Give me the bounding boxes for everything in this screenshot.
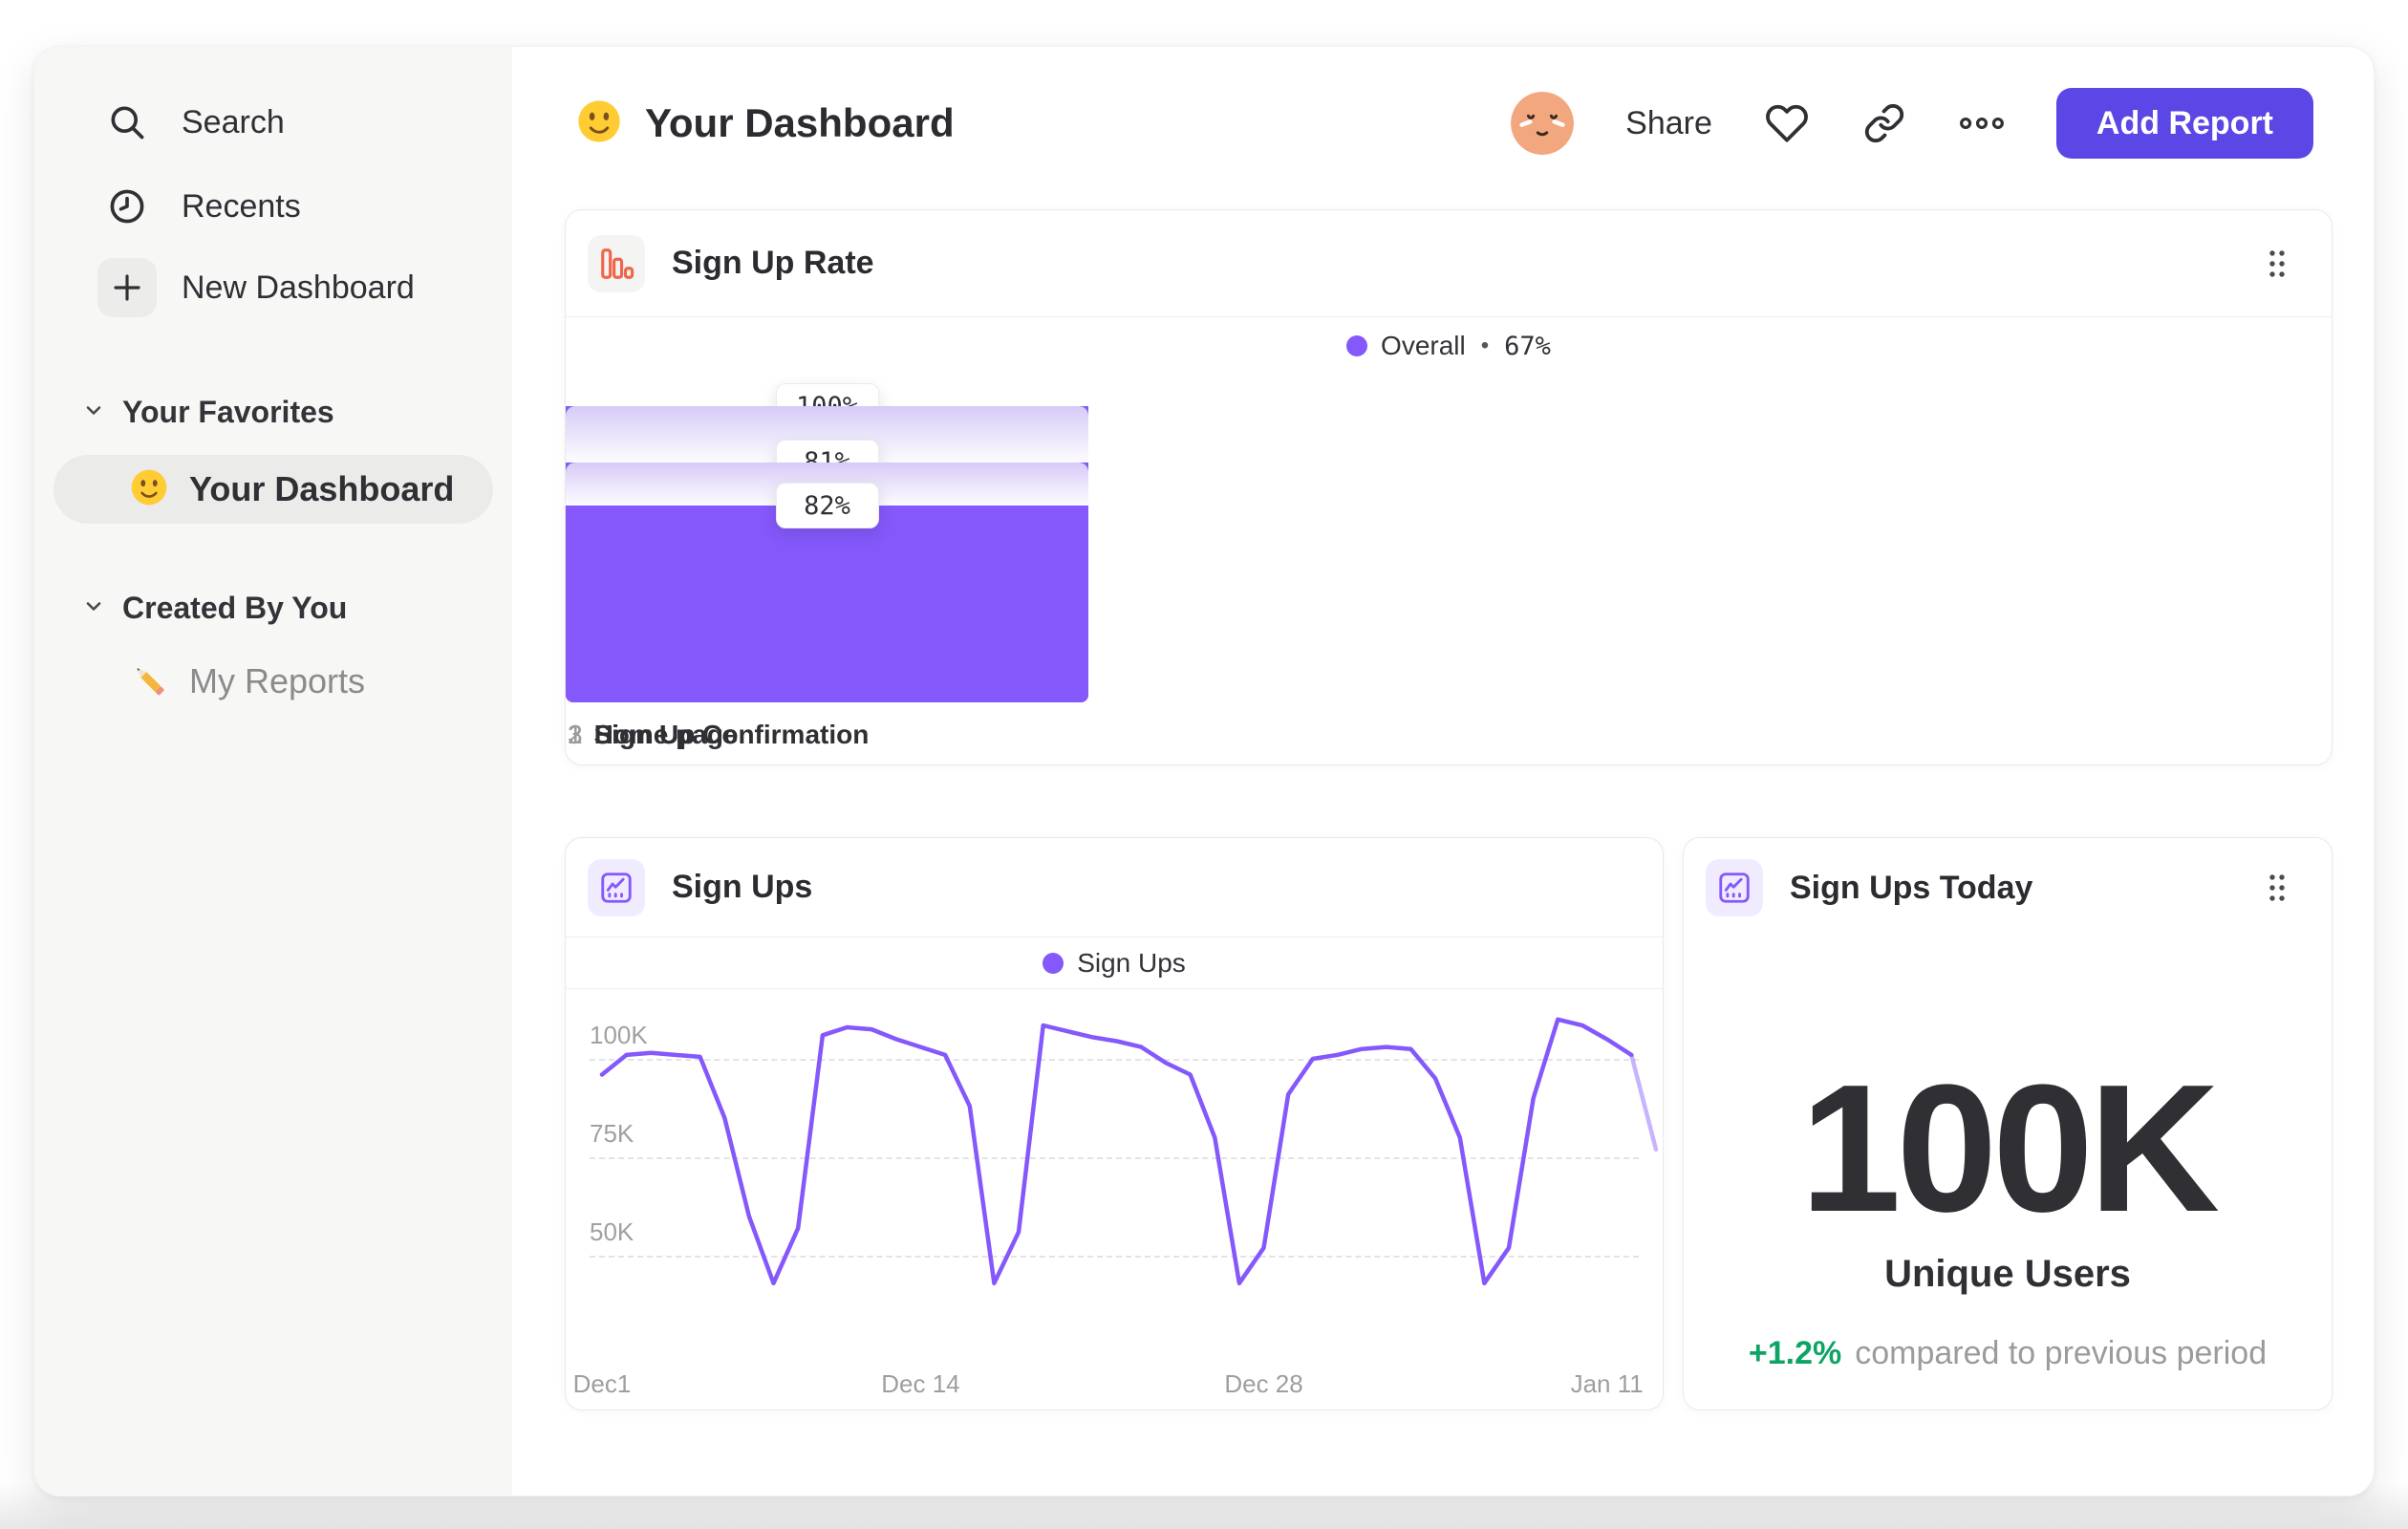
more-options-icon[interactable] (1959, 100, 2005, 146)
page-title: Your Dashboard (645, 100, 955, 145)
favorite-heart-icon[interactable] (1764, 100, 1810, 146)
sidebar-section-created-by-you[interactable]: Created By You (82, 587, 493, 629)
sidebar-item-label: New Dashboard (182, 269, 415, 306)
card-title: Sign Ups Today (1790, 869, 2033, 906)
legend-dot (1043, 952, 1064, 974)
x-axis-tick: Dec 28 (1224, 1369, 1303, 1398)
x-axis-tick: Jan 11 (1570, 1369, 1644, 1398)
legend-dot (1346, 335, 1368, 356)
stat-value: 100K (1799, 1047, 2220, 1250)
drag-handle-icon[interactable] (2265, 870, 2290, 906)
pencil-emoji-icon (128, 658, 170, 705)
card-header: Sign Ups Today (1684, 838, 2332, 937)
section-title: Created By You (122, 590, 348, 625)
smiley-emoji-icon (574, 97, 624, 151)
page-title-group: Your Dashboard (574, 97, 955, 151)
drag-handle-icon[interactable] (2265, 246, 2290, 282)
card-header: Sign Ups (566, 838, 1663, 937)
user-avatar[interactable] (1511, 92, 1575, 155)
app-window: Search Recents New Dashboard Your Favori… (33, 46, 2375, 1497)
add-report-button[interactable]: Add Report (2055, 88, 2313, 159)
card-header: Sign Up Rate (566, 210, 2332, 317)
stat-delta-row: +1.2% compared to previous period (1684, 1335, 2332, 1372)
search-icon (97, 101, 157, 143)
sidebar-item-label: Your Dashboard (189, 469, 455, 508)
copy-link-icon[interactable] (1861, 100, 1907, 146)
line-chart-icon (1706, 859, 1763, 916)
gridline-50k (590, 1256, 1639, 1258)
line-legend: Sign Ups (566, 937, 1663, 989)
funnel-legend: Overall • 67% (566, 317, 2332, 375)
line-chart-icon (588, 858, 645, 916)
y-axis-tick: 75K (590, 1119, 634, 1148)
sidebar-item-search[interactable]: Search (34, 93, 501, 152)
smiley-emoji-icon (128, 466, 170, 513)
legend-separator: • (1480, 333, 1490, 358)
sidebar-item-label: Recents (182, 187, 301, 225)
gridline-75k (590, 1157, 1639, 1159)
delta-value: +1.2% (1748, 1335, 1842, 1371)
stat-unit-label: Unique Users (1884, 1253, 2131, 1295)
sidebar-item-my-reports[interactable]: My Reports (54, 647, 493, 716)
card-title: Sign Ups (672, 869, 813, 905)
y-axis-tick: 50K (590, 1217, 634, 1246)
funnel-chart-icon (588, 234, 645, 292)
section-title: Your Favorites (122, 394, 334, 429)
delta-note: compared to previous period (1855, 1335, 2268, 1371)
sign-up-rate-card: Sign Up Rate Overall • 67% 75% 50% 25% 0… (565, 209, 2333, 765)
chevron-down-icon (82, 398, 105, 426)
x-axis-tick: Dec1 (572, 1369, 632, 1398)
gridline-100k (590, 1059, 1639, 1061)
sidebar-item-recents[interactable]: Recents (34, 177, 501, 236)
dashboard-header: Your Dashboard Share Add Report (574, 83, 2313, 163)
sign-ups-card: Sign Ups Sign Ups 100K 75K 50K Dec1 Dec … (565, 837, 1664, 1411)
card-title: Sign Up Rate (672, 245, 874, 281)
legend-value: 67% (1504, 331, 1551, 361)
x-axis-tick: Dec 14 (881, 1369, 960, 1398)
sidebar-item-label: Search (182, 103, 285, 140)
chevron-down-icon (82, 594, 105, 622)
legend-label: Overall (1381, 331, 1466, 360)
share-button[interactable]: Share (1625, 105, 1712, 142)
sidebar-item-label: My Reports (189, 661, 366, 700)
sidebar-item-your-dashboard[interactable]: Your Dashboard (54, 455, 493, 524)
sidebar: Search Recents New Dashboard Your Favori… (34, 47, 512, 1496)
funnel-step-label: 3 Sign Up Confirmation (568, 720, 870, 749)
funnel-bar[interactable] (566, 506, 1088, 702)
sidebar-item-new-dashboard[interactable]: New Dashboard (34, 258, 501, 317)
y-axis-tick: 100K (590, 1021, 648, 1049)
funnel-plot: 75% 50% 25% 0% 100% 1 Home page 81% 2 Si… (566, 383, 2332, 749)
legend-label: Sign Ups (1077, 947, 1186, 978)
funnel-value-tooltip: 82% (775, 483, 879, 529)
funnel-step-sign-up-confirmation: 82% 3 Sign Up Confirmation (566, 406, 1088, 749)
plus-icon (97, 258, 157, 317)
sidebar-section-your-favorites[interactable]: Your Favorites (82, 391, 493, 433)
clock-icon (97, 185, 157, 227)
sign-ups-today-card: Sign Ups Today 100K Unique Users +1.2% c… (1683, 837, 2333, 1411)
